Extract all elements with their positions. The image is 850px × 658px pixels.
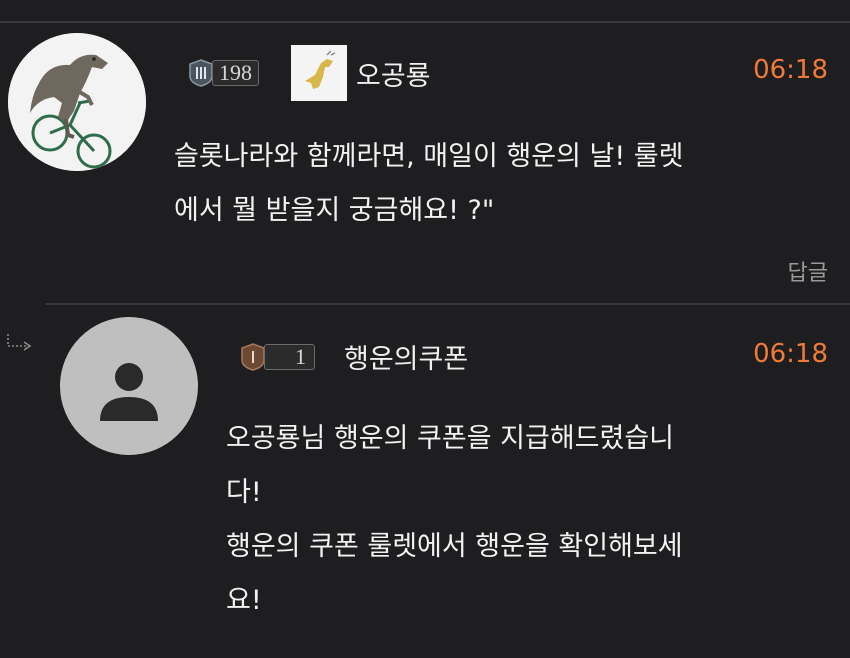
reply-divider — [46, 303, 850, 305]
level-badge: 198 — [186, 58, 259, 88]
default-avatar[interactable] — [60, 317, 198, 455]
level-number: 1 — [264, 344, 315, 370]
level-badge: 1 — [238, 342, 315, 372]
dinosaur-bike-avatar-icon — [8, 33, 146, 171]
reply-button[interactable]: 답글 — [788, 255, 828, 287]
user-avatar[interactable] — [8, 33, 146, 171]
reply-line: 다! — [226, 477, 262, 508]
comment-body: 슬롯나라와 함께라면, 매일이 행운의 날! 룰렛 에서 뭘 받을지 궁금해요!… — [174, 130, 683, 238]
dinosaur-badge-icon — [305, 50, 336, 89]
comment-time: 06:18 — [753, 55, 828, 85]
reply-line: 요! — [226, 585, 262, 616]
reply-body: 오공룡님 행운의 쿠폰을 지급해드렸습니 다! 행운의 쿠폰 룰렛에서 행운을 … — [226, 412, 683, 628]
username[interactable]: 오공룡 — [356, 54, 431, 93]
reply-line: 오공룡님 행운의 쿠폰을 지급해드렸습니 — [226, 423, 675, 454]
comment-line: 에서 뭘 받을지 궁금해요! ?" — [174, 195, 495, 226]
top-divider — [0, 21, 850, 23]
reply-time: 06:18 — [753, 339, 828, 369]
username[interactable]: 행운의쿠폰 — [344, 337, 468, 376]
person-icon — [100, 363, 158, 421]
reply-arrow-icon — [7, 334, 32, 351]
user-badge-image — [291, 45, 347, 101]
level-number: 198 — [212, 60, 259, 86]
comment-line: 슬롯나라와 함께라면, 매일이 행운의 날! 룰렛 — [174, 141, 684, 172]
reply-line: 행운의 쿠폰 룰렛에서 행운을 확인해보세 — [226, 531, 683, 562]
